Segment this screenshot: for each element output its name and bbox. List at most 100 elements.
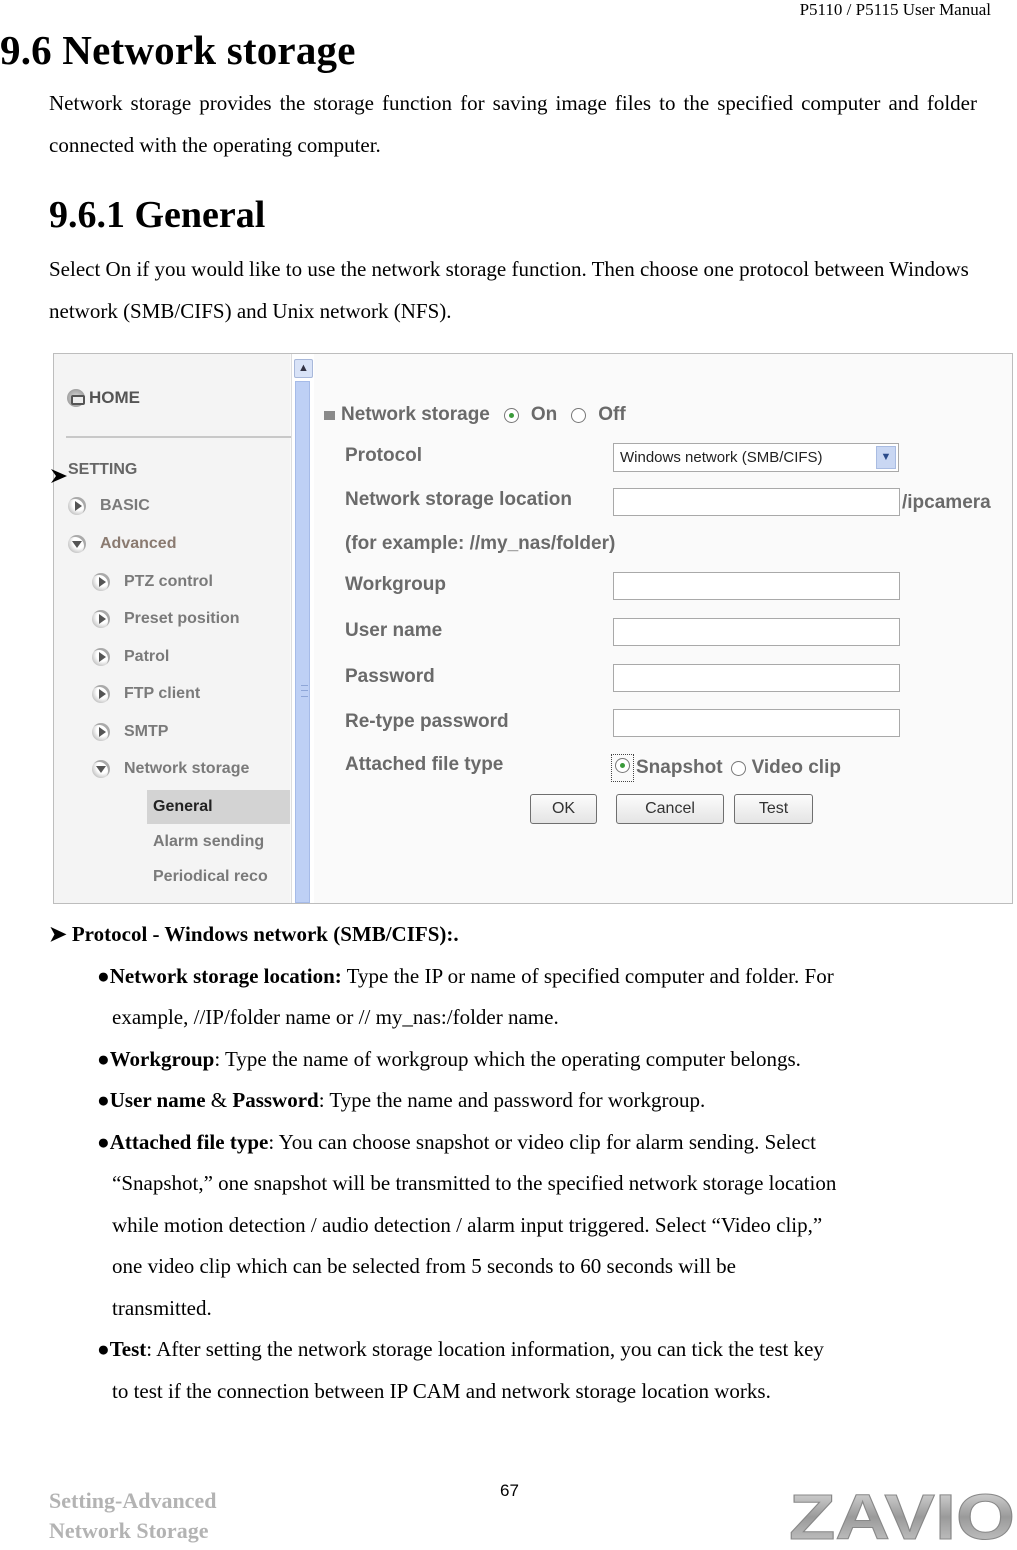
sidebar-item-ptz-control[interactable]: PTZ control [92,573,213,591]
radio-snapshot-label: Snapshot [636,757,723,778]
sidebar-item-smtp[interactable]: SMTP [92,723,168,741]
list-item-continuation: while motion detection / audio detection… [112,1213,823,1237]
sidebar-item-label: PTZ control [124,573,213,590]
arrow-bullet-icon [51,469,67,488]
section-intro: Network storage provides the storage fun… [49,91,977,157]
sidebar-setting-heading: SETTING [68,461,138,478]
radio-video-clip[interactable] [730,760,746,776]
bullet-dot-icon: ● [97,1088,110,1112]
list-item-term: Attached file type [109,1130,269,1154]
radio-snapshot[interactable] [615,758,630,773]
list-item: ●Test: After setting the network storage… [97,1329,987,1371]
expand-right-icon [68,497,86,515]
manual-title: P5110 / P5115 User Manual [799,0,991,19]
arrow-bullet-icon: ➤ [49,922,72,946]
expand-right-icon [92,573,110,591]
list-item: ●Attached file type: You can choose snap… [97,1122,987,1164]
bullet-dot-icon: ● [97,1047,110,1071]
sidebar-item-periodical-recording[interactable]: Periodical reco [147,860,290,894]
test-button[interactable]: Test [734,794,813,824]
footer-line-1: Setting-Advanced [49,1488,217,1513]
cancel-button[interactable]: Cancel [616,794,724,824]
list-item: ●User name & Password: Type the name and… [97,1080,987,1122]
sidebar-divider [66,436,292,438]
subsection-intro: Select On if you would like to use the n… [49,257,969,323]
protocol-select-value: Windows network (SMB/CIFS) [620,449,823,466]
list-item-term: Password [232,1088,319,1112]
location-hint: (for example: //my_nas/folder) [345,533,616,554]
protocol-heading-text: Protocol - Windows network (SMB/CIFS):. [71,922,459,946]
sidebar-item-label: Preset position [124,610,240,627]
logo-text: ZAVIO [789,1484,1015,1544]
sidebar-item-label: Advanced [100,535,177,552]
username-input[interactable] [613,618,900,646]
scrollbar-thumb[interactable] [295,381,310,903]
subsection-title: 9.6.1 General [49,194,266,236]
network-storage-form: Network storage On Off Protocol Windows … [324,354,1012,903]
settings-screenshot: HOME SETTING BASIC Advanced PTZ control … [53,353,1013,904]
sidebar-item-label: Network storage [124,760,250,777]
bullet-dot-icon: ● [97,964,110,988]
expand-right-icon [92,610,110,628]
collapse-down-icon [92,760,110,778]
location-input[interactable] [613,488,900,516]
expand-right-icon [92,648,110,666]
list-item-term: Network storage location: [109,964,342,988]
scroll-up-icon[interactable]: ▲ [294,359,313,378]
password-input[interactable] [613,664,900,692]
list-item-text: : You can choose snapshot or video clip … [268,1130,816,1154]
list-item-amp: & [205,1088,233,1112]
sidebar-item-ftp-client[interactable]: FTP client [92,685,200,703]
sidebar-item-basic[interactable]: BASIC [68,497,150,515]
collapse-down-icon [68,535,86,553]
password-label: Password [345,666,435,687]
home-icon [67,389,85,407]
section-square-icon [324,410,335,420]
form-title: Network storage [341,404,490,425]
list-item-term: Test [109,1337,147,1361]
section-title: 9.6 Network storage [0,27,356,73]
page-number: 67 [500,1481,519,1500]
chevron-down-icon: ▼ [876,446,896,469]
sidebar-item-preset-position[interactable]: Preset position [92,610,240,628]
location-label: Network storage location [345,489,572,510]
filetype-options: Snapshot Video clip [611,754,841,782]
sidebar-item-label: SMTP [124,723,169,740]
radio-on[interactable] [503,407,519,423]
list-item-text: : Type the name of workgroup which the o… [214,1047,801,1071]
sidebar-item-patrol[interactable]: Patrol [92,648,169,666]
username-label: User name [345,620,443,641]
list-item-continuation: “Snapshot,” one snapshot will be transmi… [112,1171,837,1195]
list-item-continuation: transmitted. [112,1296,212,1320]
bullet-dot-icon: ● [97,1130,110,1154]
workgroup-input[interactable] [613,572,900,600]
list-item-continuation: to test if the connection between IP CAM… [112,1379,771,1403]
zavio-logo: ZAVIO [787,1481,1017,1550]
location-suffix: /ipcamera [902,492,991,513]
sidebar-item-advanced[interactable]: Advanced [68,535,176,553]
footer-section-label: Setting-Advanced Network Storage [49,1486,216,1546]
sidebar-home-label: HOME [89,388,140,407]
list-item-term: Workgroup [109,1047,215,1071]
retype-password-label: Re-type password [345,711,509,732]
sidebar-item-network-storage[interactable]: Network storage [92,760,249,778]
sidebar-home[interactable]: HOME [67,388,140,408]
protocol-select[interactable]: Windows network (SMB/CIFS) ▼ [613,443,899,472]
list-item: ●Workgroup: Type the name of workgroup w… [97,1039,987,1081]
grip-icon [301,685,308,697]
ok-button[interactable]: OK [530,794,597,824]
workgroup-label: Workgroup [345,574,446,595]
expand-right-icon [92,685,110,703]
radio-off[interactable] [571,407,587,423]
list-item-text: : Type the name and password for workgro… [318,1088,706,1112]
retype-password-input[interactable] [613,709,900,737]
radio-video-clip-label: Video clip [751,757,841,778]
network-storage-toggle-row: Network storage On Off [324,404,626,426]
sidebar-item-general[interactable]: General [147,790,290,824]
sidebar-item-label: FTP client [124,685,201,702]
radio-off-label: Off [598,404,626,425]
list-item-text: : After setting the network storage loca… [146,1337,824,1361]
sidebar-scrollbar[interactable]: ▲ [291,354,314,903]
sidebar-item-alarm-sending[interactable]: Alarm sending [147,825,290,859]
filetype-label: Attached file type [345,754,504,775]
